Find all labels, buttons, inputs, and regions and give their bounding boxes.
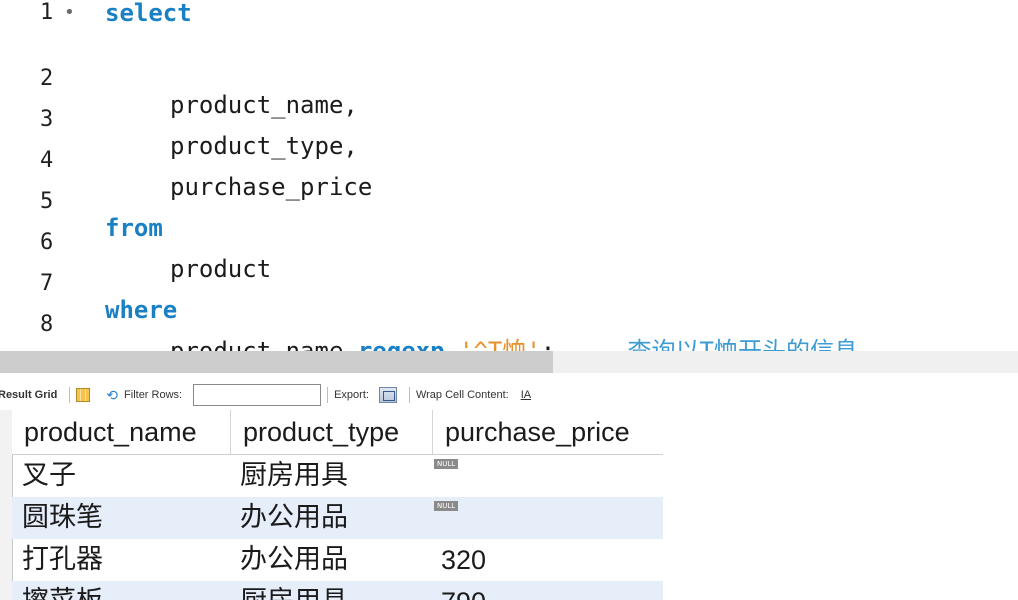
- line-number: 8: [40, 312, 54, 337]
- table-row[interactable]: 擦菜板 厨房用具 790: [12, 581, 663, 600]
- column-identifier: product_type,: [170, 132, 358, 160]
- cell-product-type[interactable]: 办公用品: [240, 539, 348, 581]
- null-badge[interactable]: NULL: [434, 501, 459, 511]
- cell-purchase-price[interactable]: 790: [441, 581, 486, 600]
- table-row[interactable]: 叉子 厨房用具 NULL: [12, 455, 663, 497]
- cell-product-type[interactable]: 办公用品: [240, 497, 348, 539]
- sql-editor[interactable]: 1 • select 2 product_name, 3 product_typ…: [0, 0, 1018, 364]
- code-line-7: 7 where: [0, 245, 177, 323]
- code-line-5: 5 from: [0, 163, 163, 241]
- horizontal-scrollbar[interactable]: [0, 351, 1018, 373]
- result-grid-tab[interactable]: Result Grid: [0, 389, 57, 401]
- keyword-where: where: [105, 296, 178, 324]
- column-identifier: product_name,: [170, 91, 358, 119]
- grid-view-icon[interactable]: [76, 388, 91, 402]
- table-row[interactable]: 圆珠笔 办公用品 NULL: [12, 497, 663, 539]
- column-header-purchase-price[interactable]: purchase_price: [445, 411, 630, 453]
- export-icon[interactable]: [378, 387, 397, 403]
- cell-product-name[interactable]: 圆珠笔: [22, 497, 103, 539]
- column-divider[interactable]: [432, 410, 433, 454]
- fold-marker-icon[interactable]: •: [64, 0, 75, 26]
- divider: [408, 387, 410, 403]
- grid-header: product_name product_type purchase_price: [12, 410, 663, 455]
- null-badge[interactable]: NULL: [434, 459, 459, 469]
- code-line-4: 4 purchase_price: [0, 122, 372, 200]
- code-line-6: 6 product: [0, 204, 271, 282]
- cell-product-name[interactable]: 擦菜板: [22, 581, 103, 600]
- wrap-cell-content-label: Wrap Cell Content:: [415, 389, 509, 401]
- table-identifier: product: [170, 255, 272, 283]
- table-row[interactable]: 打孔器 办公用品 320: [12, 539, 663, 581]
- filter-rows-input[interactable]: [193, 384, 322, 406]
- wrap-text-icon[interactable]: IA: [521, 389, 531, 401]
- divider: [69, 387, 71, 403]
- export-label: Export:: [334, 389, 369, 401]
- divider: [327, 387, 329, 403]
- code-line-3: 3 product_type,: [0, 81, 358, 159]
- result-toolbar: Result Grid ⟲ Filter Rows: Export: Wrap …: [0, 382, 1018, 408]
- keyword-from: from: [105, 214, 163, 242]
- scrollbar-thumb[interactable]: [0, 351, 553, 373]
- cell-product-name[interactable]: 叉子: [22, 455, 76, 497]
- refresh-icon[interactable]: ⟲: [106, 387, 118, 404]
- cell-product-type[interactable]: 厨房用具: [240, 455, 348, 497]
- code-line-8: 8 product_name regexp '^T恤'; -- 查询以T恤开头的…: [0, 286, 858, 364]
- cell-purchase-price[interactable]: 320: [441, 539, 486, 581]
- cell-product-name[interactable]: 打孔器: [22, 539, 103, 581]
- column-divider[interactable]: [230, 410, 231, 454]
- filter-rows-label: Filter Rows:: [124, 389, 183, 401]
- code-line-2: 2 product_name,: [0, 40, 358, 118]
- cell-product-type[interactable]: 厨房用具: [240, 581, 348, 600]
- column-header-product-type[interactable]: product_type: [243, 411, 399, 453]
- keyword-select: select: [105, 0, 192, 27]
- column-header-product-name[interactable]: product_name: [24, 411, 197, 453]
- column-identifier: purchase_price: [170, 173, 373, 201]
- code-line-1: 1 • select: [0, 0, 192, 40]
